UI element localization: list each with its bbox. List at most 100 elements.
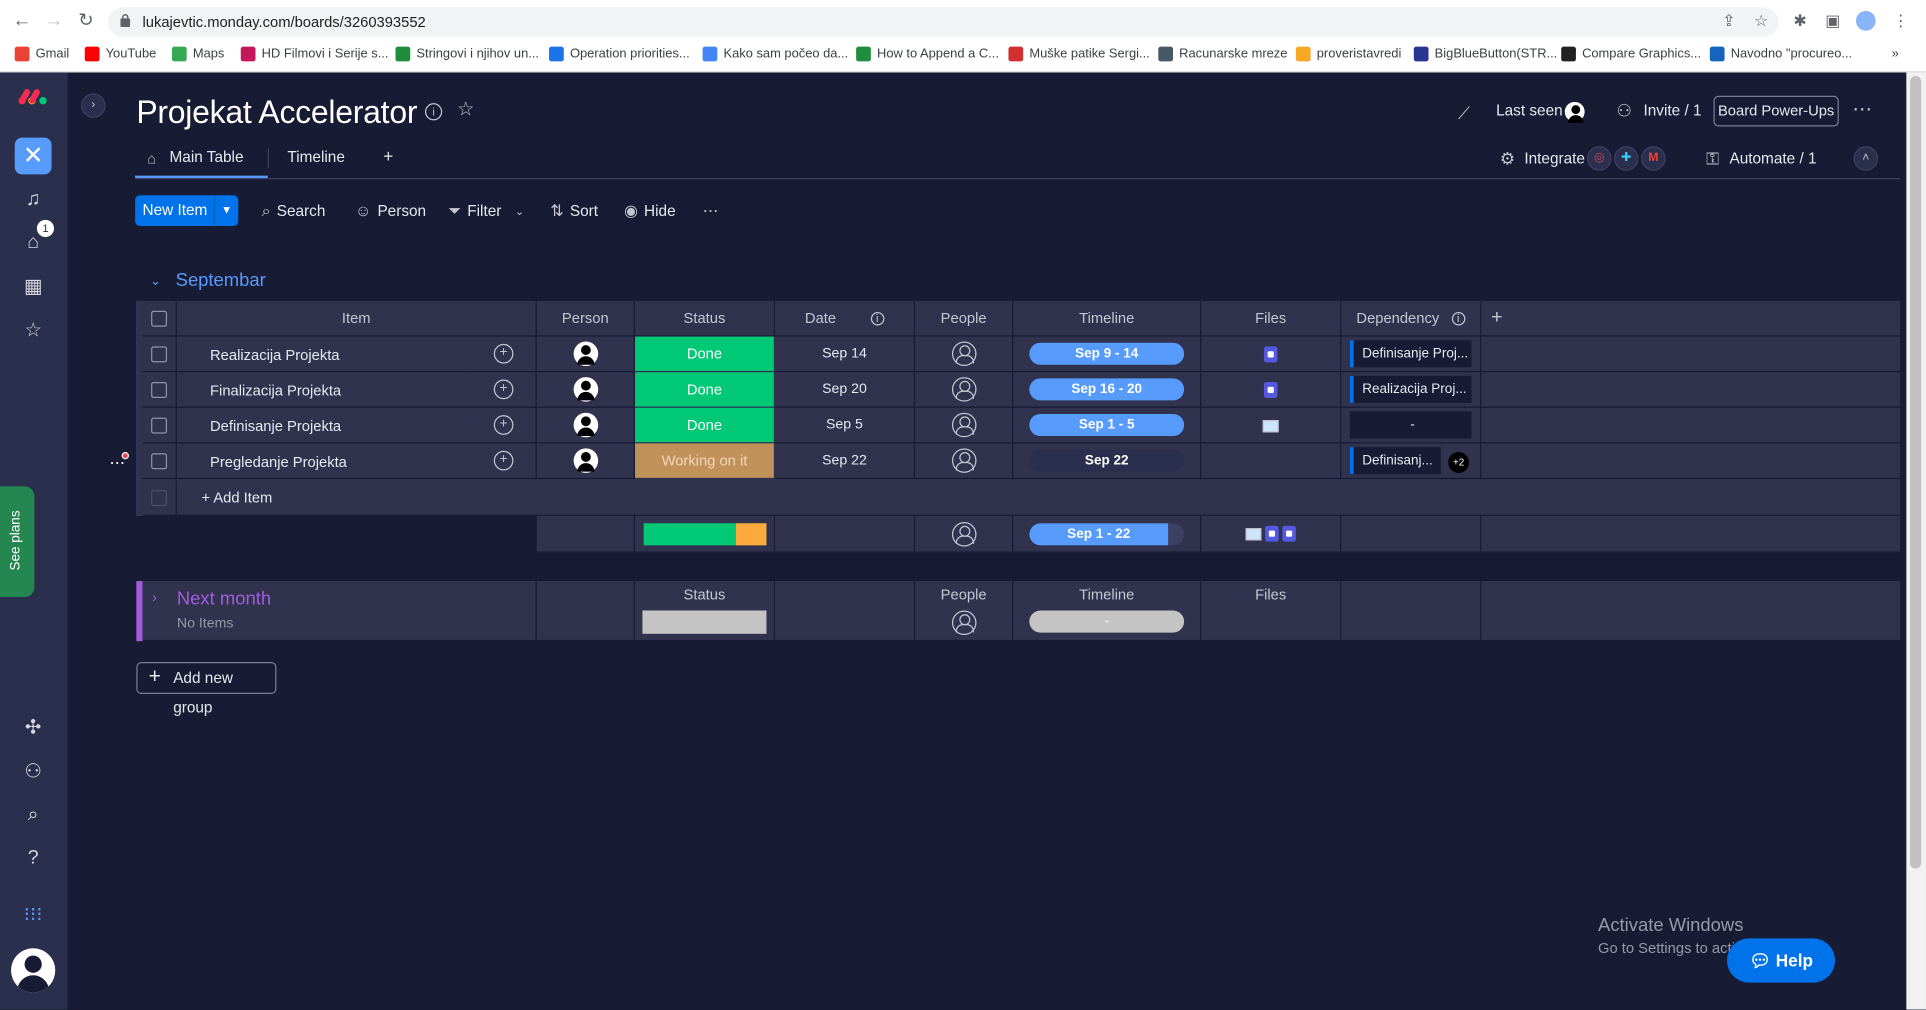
filter-button[interactable]: ⏷ Filter ⌄ <box>448 201 524 221</box>
status-label[interactable]: Done <box>635 407 774 443</box>
dependency-link[interactable]: - <box>1349 411 1472 439</box>
info-icon[interactable]: i <box>424 103 443 121</box>
group-title-septembar[interactable]: Septembar <box>176 270 266 291</box>
bookmark-item[interactable]: Kako sam počeo da... <box>702 44 848 64</box>
timeline-bar[interactable]: Sep 16 - 20 <box>1029 378 1185 401</box>
bookmark-item[interactable]: HD Filmovi i Serije s... <box>240 44 388 64</box>
add-item-input[interactable]: + Add Item <box>176 480 1901 516</box>
see-plans-tab[interactable]: See plans <box>0 486 35 597</box>
sort-button[interactable]: ⇅ Sort <box>550 201 598 221</box>
group2-timeline-empty[interactable]: - <box>1029 610 1185 633</box>
row-checkbox[interactable] <box>151 382 168 398</box>
expand-sidebar-chevron-icon[interactable]: › <box>81 93 106 118</box>
hide-button[interactable]: ◉ Hide <box>624 201 676 221</box>
item-name[interactable]: Realizacija Projekta <box>210 346 339 363</box>
profile-icon[interactable] <box>1855 11 1876 31</box>
apps-puzzle-icon[interactable]: ✣ <box>20 715 47 742</box>
image-file-icon[interactable] <box>1262 420 1279 433</box>
status-label[interactable]: Working on it <box>635 443 774 478</box>
item-name[interactable]: Finalizacija Projekta <box>210 382 341 399</box>
automate-button[interactable]: Automate / 1 <box>1729 150 1816 167</box>
files-cell[interactable] <box>1201 443 1342 480</box>
col-dependency[interactable]: Dependency i <box>1341 300 1482 337</box>
status-label[interactable]: Done <box>635 336 774 371</box>
sidepanel-icon[interactable]: ▣ <box>1825 11 1840 31</box>
automate-robot-icon[interactable]: ⚿ <box>1706 149 1719 169</box>
monday-logo[interactable] <box>17 88 49 105</box>
item-name[interactable]: Definisanje Projekta <box>210 418 341 435</box>
page-scrollbar-thumb[interactable] <box>1910 76 1922 869</box>
document-file-icon[interactable] <box>1282 525 1296 542</box>
date-cell[interactable]: Sep 14 <box>775 336 916 373</box>
add-new-group-button[interactable]: Add new group <box>136 662 277 716</box>
add-update-icon[interactable]: + <box>493 415 514 435</box>
add-column-button[interactable]: + <box>1481 301 1901 337</box>
bookmarks-overflow-icon[interactable]: » <box>1892 44 1899 64</box>
col-files[interactable]: Files <box>1201 300 1342 337</box>
summary-timeline[interactable]: Sep 1 - 22 <box>1029 522 1185 545</box>
dependency-link[interactable]: Definisanje Proj... <box>1349 340 1472 368</box>
col-person[interactable]: Person <box>536 300 636 337</box>
person-avatar[interactable] <box>573 377 599 402</box>
workspace-x-icon[interactable]: ✕ <box>14 137 52 175</box>
document-file-icon[interactable] <box>1263 346 1278 363</box>
row-checkbox[interactable] <box>151 453 168 470</box>
bookmark-item[interactable]: proveristavredi <box>1295 44 1401 64</box>
bookmark-item[interactable]: Operation priorities... <box>549 44 690 64</box>
user-avatar[interactable] <box>11 948 56 993</box>
document-file-icon[interactable] <box>1263 382 1278 398</box>
notifications-bell-icon[interactable]: ♫ <box>20 187 47 214</box>
last-seen-avatar[interactable] <box>1564 101 1585 123</box>
dependency-info-icon[interactable]: i <box>1451 311 1465 325</box>
person-filter-button[interactable]: ☺ Person <box>355 201 426 219</box>
star-bookmark-icon[interactable]: ☆ <box>1754 11 1768 31</box>
timeline-bar[interactable]: Sep 22 <box>1029 449 1185 472</box>
invite-members-icon[interactable]: ⚇ <box>20 759 47 786</box>
new-item-button[interactable]: New Item ▼ <box>135 195 239 227</box>
dependency-link[interactable]: Definisanj... <box>1349 447 1441 475</box>
row-checkbox[interactable] <box>151 346 168 363</box>
timeline-bar[interactable]: Sep 9 - 14 <box>1029 342 1185 365</box>
bookmark-item[interactable]: How to Append a C... <box>856 44 999 64</box>
dependency-link[interactable]: Realizacija Proj... <box>1349 375 1472 403</box>
people-icon[interactable] <box>951 412 977 438</box>
bookmark-item[interactable]: Maps <box>171 44 224 64</box>
more-options-icon[interactable]: ⋯ <box>1852 100 1872 121</box>
group-collapse-chevron-icon[interactable]: ⌄ <box>150 273 161 289</box>
document-file-icon[interactable] <box>1265 525 1279 542</box>
favorites-star-icon[interactable]: ☆ <box>20 318 47 345</box>
gmail-icon[interactable]: M <box>1641 146 1666 171</box>
invite-button[interactable]: Invite / 1 <box>1643 102 1701 119</box>
collapse-header-icon[interactable]: ˄ <box>1853 146 1879 171</box>
timeline-bar[interactable]: Sep 1 - 5 <box>1029 413 1185 437</box>
bookmark-item[interactable]: Racunarske mreze <box>1158 44 1287 64</box>
board-power-ups-button[interactable]: Board Power-Ups <box>1713 95 1839 127</box>
select-all-checkbox[interactable] <box>151 310 168 327</box>
people-icon[interactable] <box>951 341 977 367</box>
dependency-more-badge[interactable]: +2 <box>1448 452 1470 473</box>
bookmark-item[interactable]: Compare Graphics... <box>1561 44 1701 64</box>
status-summary-bar[interactable] <box>643 522 766 545</box>
add-view-button[interactable]: + <box>383 146 393 166</box>
search-button[interactable]: ⌕ Search <box>262 201 326 221</box>
tab-main-table[interactable]: Main Table <box>170 149 244 166</box>
add-update-icon[interactable]: + <box>493 379 514 400</box>
people-icon[interactable] <box>951 377 977 402</box>
item-name[interactable]: Pregledanje Projekta <box>210 453 347 470</box>
bookmark-item[interactable]: Navodno "procureo... <box>1709 44 1852 64</box>
help-question-icon[interactable]: ? <box>20 845 47 872</box>
row-checkbox[interactable] <box>151 417 168 434</box>
extensions-icon[interactable]: ✱ <box>1793 11 1806 31</box>
invite-person-icon[interactable]: ⚇ <box>1616 101 1631 121</box>
activity-trend-icon[interactable]: ⟋ <box>1458 103 1470 123</box>
integration-app-icon[interactable]: ◎ <box>1586 146 1612 171</box>
reload-icon[interactable]: ↻ <box>75 10 97 32</box>
apps-grid-icon[interactable]: ⁝⁝⁝ <box>20 903 47 930</box>
col-people[interactable]: People <box>915 300 1014 337</box>
share-icon[interactable]: ⇪ <box>1722 11 1735 31</box>
bookmark-item[interactable]: Stringovi i njihov un... <box>395 44 539 64</box>
address-bar[interactable]: lukajevtic.monday.com/boards/3260393552 <box>108 7 1779 37</box>
bookmark-item[interactable]: Muške patike Sergi... <box>1008 44 1150 64</box>
add-update-icon[interactable]: + <box>493 450 514 471</box>
col-timeline[interactable]: Timeline <box>1013 300 1202 337</box>
